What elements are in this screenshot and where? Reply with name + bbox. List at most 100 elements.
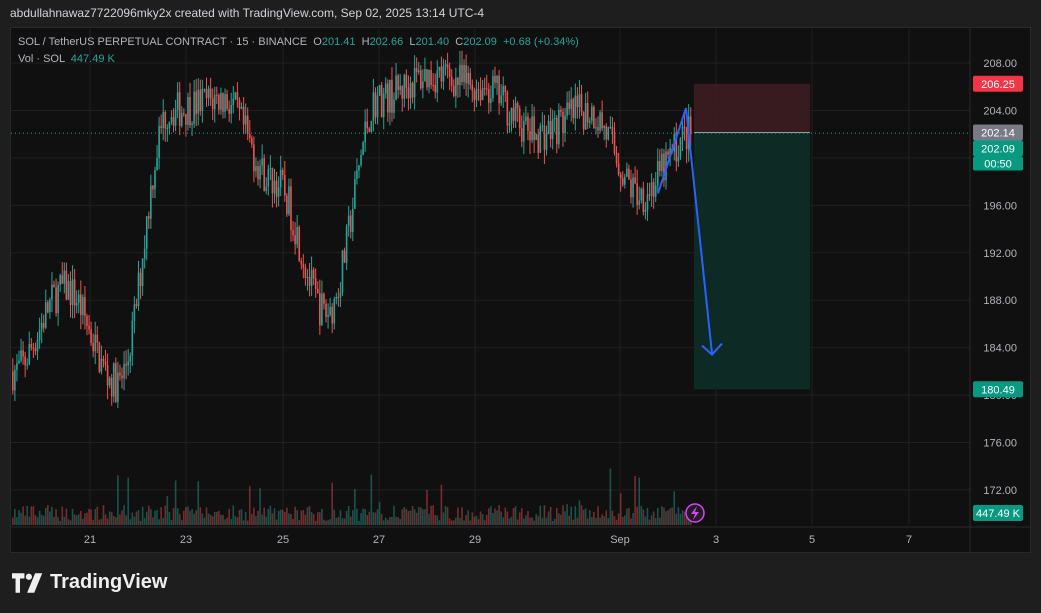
volume-bar (117, 475, 119, 525)
candle-body (290, 186, 292, 231)
volume-bar (426, 489, 428, 525)
volume-bar (422, 509, 424, 525)
candle-body (619, 174, 622, 179)
candle-body (34, 348, 37, 352)
candle-body (112, 363, 115, 397)
time-axis: 21 23 25 27 29 Sep 3 5 7 (84, 534, 912, 546)
volume-bar (30, 506, 33, 525)
volume-bar (496, 510, 498, 525)
volume-bar (65, 508, 68, 525)
volume-bar (207, 513, 210, 525)
candle-body (345, 226, 348, 263)
candle-body (597, 127, 599, 131)
volume-bar (18, 510, 20, 525)
volume-bar (119, 514, 121, 525)
volume-bar (432, 505, 434, 525)
volume-bar (411, 506, 414, 525)
candle-body (193, 91, 195, 124)
volume-bar (597, 506, 599, 525)
volume-bar (537, 516, 540, 525)
volume-bar (44, 507, 47, 525)
volume-bar (115, 517, 117, 525)
volume-bar (593, 511, 595, 525)
volume-bar (459, 517, 461, 525)
candle-body (135, 304, 138, 307)
candle-body (308, 276, 311, 286)
candle-body (232, 98, 235, 106)
candle-body (298, 226, 301, 261)
volume-bar (624, 515, 626, 525)
volume-bar (446, 507, 449, 525)
candle-body (523, 120, 525, 142)
candle-body (213, 94, 216, 110)
candle-body (251, 138, 253, 145)
volume-bar (574, 506, 577, 525)
candle-body (279, 169, 282, 188)
price-tick-label: 208.00 (983, 58, 1017, 70)
volume-bar (413, 509, 416, 525)
candle-body (582, 112, 585, 130)
low-value: 201.40 (415, 36, 450, 48)
volume-bar (108, 511, 111, 525)
candle-body (378, 85, 381, 96)
symbol-name: SOL / TetherUS PERPETUAL CONTRACT · 15 ·… (18, 36, 308, 48)
candle-body (304, 267, 307, 278)
candle-body (535, 134, 537, 140)
candle-body (545, 133, 548, 150)
volume-bar (498, 505, 500, 525)
volume-bar (553, 518, 556, 525)
volume-bar (520, 508, 523, 525)
candle-body (141, 258, 144, 286)
candle-body (321, 293, 323, 326)
chart-canvas[interactable]: 208.00204.00200.00196.00192.00188.00184.… (0, 0, 1041, 613)
candle-body (117, 372, 119, 402)
candle-body (80, 294, 82, 316)
volume-bar (638, 477, 641, 525)
volume-bar (621, 516, 624, 525)
volume-bar (671, 507, 673, 525)
candle-body (242, 106, 245, 125)
volume-bar (663, 507, 665, 525)
volume-bar (80, 510, 82, 525)
candle-body (508, 123, 511, 126)
volume-bar (28, 516, 31, 525)
volume-bar (281, 509, 284, 525)
volume-bar (251, 513, 253, 525)
volume-bar (26, 506, 29, 525)
candle-body (654, 185, 657, 197)
candle-body (531, 116, 533, 141)
volume-bar (588, 510, 591, 525)
volume-bar (137, 510, 140, 525)
candle-body (284, 174, 286, 196)
candle-body (656, 161, 659, 186)
candle-body (84, 296, 86, 316)
candle-body (483, 88, 486, 90)
candle-body (36, 339, 39, 352)
volume-bar (595, 517, 597, 525)
volume-bar (94, 509, 97, 525)
candle-body (273, 180, 276, 194)
volume-bar (110, 512, 113, 525)
candle-body (450, 76, 453, 86)
volume-bar (77, 514, 80, 525)
volume-bar (467, 510, 469, 525)
candle-body (502, 86, 505, 96)
candle-body (586, 103, 589, 123)
candle-body (457, 77, 459, 86)
volume-bar (582, 509, 585, 525)
volume-bar (506, 511, 509, 525)
volume-bar (541, 517, 544, 525)
volume-legend: Vol · SOL 447.49 K (18, 53, 115, 65)
volume-bar (265, 516, 268, 525)
candle-body (180, 113, 183, 126)
volume-bar (267, 508, 270, 525)
volume-bar (57, 517, 59, 525)
volume-bar (228, 508, 230, 525)
volume-bar (269, 505, 272, 525)
price-tick-label: 184.00 (983, 343, 1017, 355)
volume-bar (492, 513, 494, 525)
candle-body (275, 180, 278, 197)
candle-body (681, 126, 684, 139)
candle-body (518, 108, 521, 129)
tradingview-logo[interactable]: TradingView (12, 571, 167, 594)
